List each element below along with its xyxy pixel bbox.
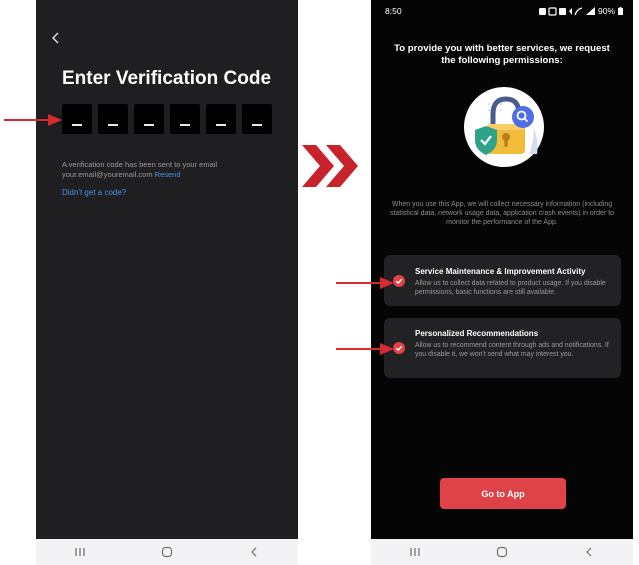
code-digit-box-5[interactable] — [206, 104, 236, 134]
home-button[interactable] — [487, 542, 517, 562]
pointer-arrow-icon — [336, 343, 394, 355]
code-digit-box-1[interactable] — [62, 104, 92, 134]
code-digit-box-4[interactable] — [170, 104, 200, 134]
pointer-arrow-icon — [336, 277, 394, 289]
permissions-screen: 8:50 90% To provide you with better serv… — [371, 0, 633, 539]
code-placeholder — [216, 124, 226, 126]
lock-shield-illustration — [464, 87, 544, 167]
signal-icon — [585, 7, 595, 15]
back-button[interactable] — [574, 542, 604, 562]
back-button[interactable] — [239, 542, 269, 562]
status-bar: 8:50 90% — [371, 0, 633, 22]
recent-apps-button[interactable] — [400, 542, 430, 562]
verification-code-input[interactable] — [62, 104, 272, 134]
code-placeholder — [144, 124, 154, 126]
card-description: Allow us to collect data related to prod… — [415, 280, 606, 296]
status-icons: 90% — [538, 6, 623, 16]
pointer-arrow-icon — [4, 114, 62, 126]
home-button[interactable] — [152, 542, 182, 562]
system-nav-bar — [36, 539, 298, 565]
permissions-title: To provide you with better services, we … — [394, 43, 610, 66]
code-placeholder — [72, 124, 82, 126]
battery-icon — [618, 7, 623, 15]
code-placeholder — [108, 124, 118, 126]
home-icon — [161, 546, 173, 558]
permission-card-personalized[interactable]: Personalized Recommendations Allow us to… — [384, 318, 621, 378]
go-to-app-button[interactable]: Go to App — [440, 478, 566, 509]
back-arrow-icon[interactable] — [48, 30, 64, 46]
recent-apps-button[interactable] — [65, 542, 95, 562]
back-icon — [251, 547, 257, 557]
verification-screen: Enter Verification Code A verification c… — [36, 0, 298, 539]
battery-level: 90% — [597, 6, 615, 16]
code-placeholder — [252, 124, 262, 126]
card-description: Allow us to recommend content through ad… — [415, 342, 609, 358]
page-title: Enter Verification Code — [62, 68, 272, 89]
verification-phone-screen: Enter Verification Code A verification c… — [36, 0, 298, 565]
back-icon — [586, 547, 592, 557]
home-icon — [496, 546, 508, 558]
code-sent-message: A verification code has been sent to you… — [62, 160, 262, 179]
status-time: 8:50 — [385, 6, 402, 16]
permissions-phone-screen: 8:50 90% To provide you with better serv… — [371, 0, 633, 565]
code-digit-box-2[interactable] — [98, 104, 128, 134]
card-title: Service Maintenance & Improvement Activi… — [415, 267, 586, 276]
notification-icons — [538, 6, 583, 16]
right-chevrons-icon — [302, 145, 358, 187]
recent-apps-icon — [75, 548, 85, 556]
no-code-link[interactable]: Didn't get a code? — [62, 188, 126, 197]
permissions-description: When you use this App, we will collect n… — [389, 201, 615, 226]
permission-card-service[interactable]: Service Maintenance & Improvement Activi… — [384, 255, 621, 306]
system-nav-bar — [371, 539, 633, 565]
code-digit-box-6[interactable] — [242, 104, 272, 134]
resend-link[interactable]: Resend — [155, 170, 181, 179]
card-title: Personalized Recommendations — [415, 329, 539, 338]
sent-message-text: A verification code has been sent to you… — [62, 160, 218, 179]
code-placeholder — [180, 124, 190, 126]
code-digit-box-3[interactable] — [134, 104, 164, 134]
recent-apps-icon — [410, 548, 420, 556]
